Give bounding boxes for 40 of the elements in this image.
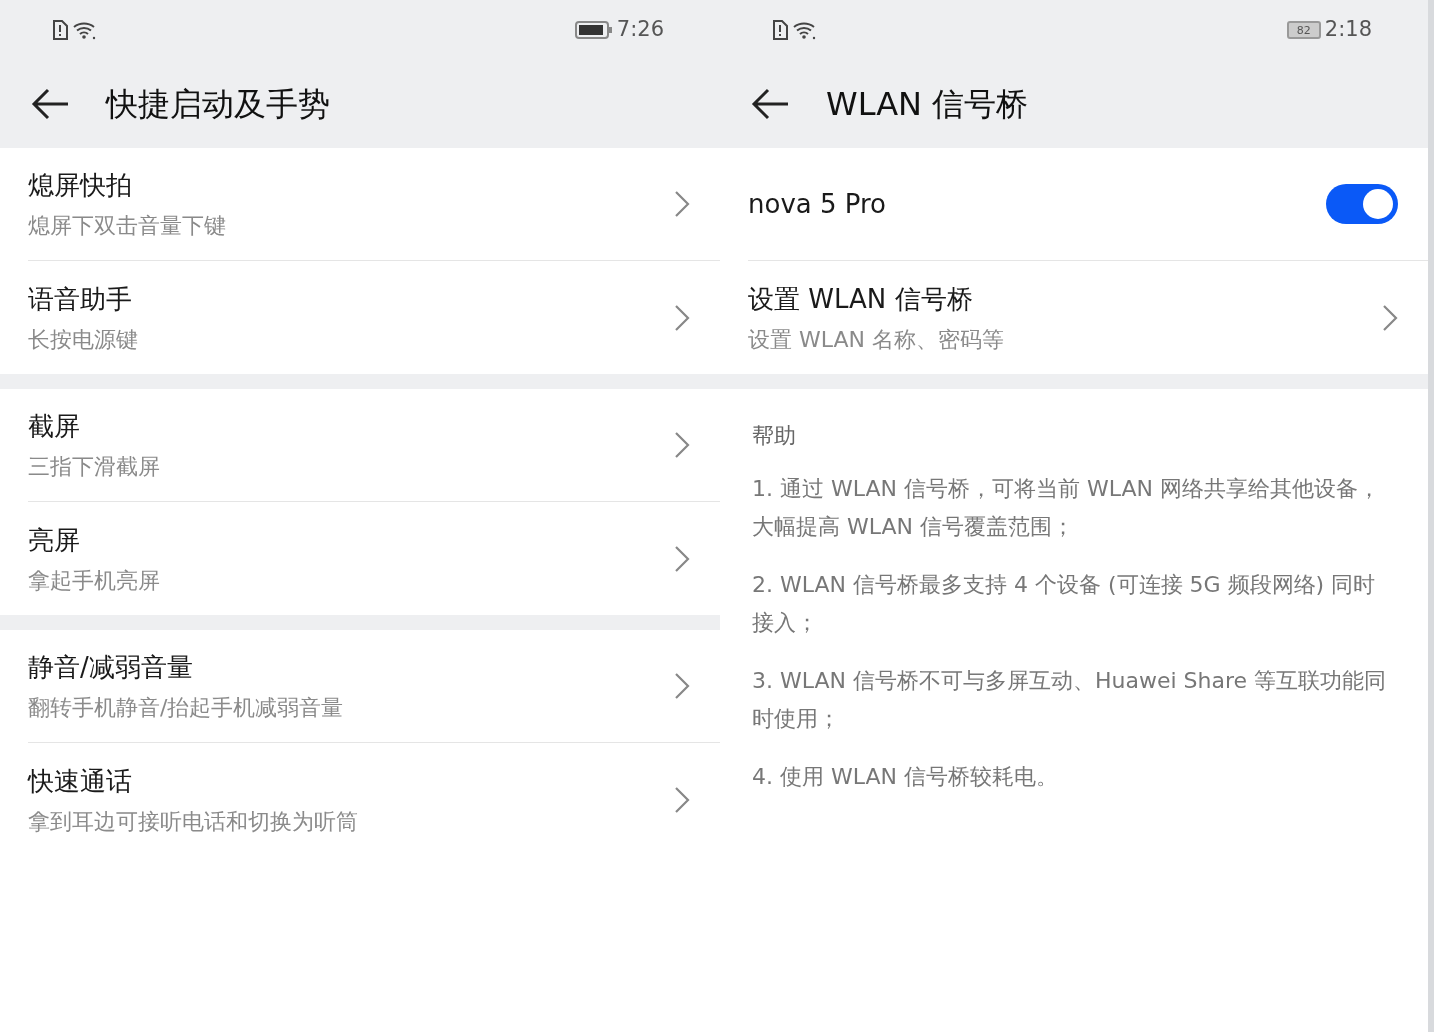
setting-subtitle: 设置 WLAN 名称、密码等 — [748, 325, 1004, 354]
page-title: WLAN 信号桥 — [826, 84, 1029, 125]
setting-title: nova 5 Pro — [748, 187, 887, 221]
chevron-icon[interactable] — [674, 672, 690, 700]
wifi-icon — [72, 20, 98, 40]
setting-subtitle: 长按电源键 — [28, 325, 138, 354]
setting-subtitle: 三指下滑截屏 — [28, 453, 160, 481]
page-title: 快捷启动及手势 — [106, 84, 330, 125]
help-heading: 帮助 — [752, 422, 797, 450]
sim-card-icon — [52, 20, 68, 40]
help-paragraph: 4. 使用 WLAN 信号桥较耗电。 — [752, 763, 1059, 791]
chevron-icon[interactable] — [674, 190, 690, 218]
chevron-icon[interactable] — [674, 303, 690, 332]
setting-title: 截屏 — [28, 410, 81, 443]
help-paragraph: 2. WLAN 信号桥最多支持 4 个设备 (可连接 5G 频段网络) 同时接入； — [752, 571, 1377, 637]
battery-icon — [574, 21, 613, 39]
toggle-switch[interactable] — [1326, 184, 1398, 224]
setting-title: 设置 WLAN 信号桥 — [748, 282, 974, 316]
setting-subtitle: 翻转手机静音/抬起手机减弱音量 — [28, 694, 344, 722]
status-time: 7:26 — [616, 16, 664, 44]
setting-title: 静音/减弱音量 — [28, 651, 194, 684]
sim-card-icon — [772, 20, 788, 40]
help-paragraph: 3. WLAN 信号桥不可与多屏互动、Huawei Share 等互联功能同时使用； — [752, 667, 1388, 733]
back-icon[interactable] — [750, 87, 790, 121]
setting-title: 亮屏 — [28, 523, 81, 557]
setting-subtitle: 熄屏下双击音量下键 — [28, 212, 226, 240]
setting-title: 语音助手 — [28, 282, 133, 316]
help-paragraph: 1. 通过 WLAN 信号桥，可将当前 WLAN 网络共享给其他设备，大幅提高 WLAN 信号覆盖范围； — [752, 475, 1381, 541]
setting-subtitle: 拿到耳边可接听电话和切换为听筒 — [28, 807, 358, 836]
setting-title: 快速通话 — [28, 764, 133, 798]
setting-subtitle: 拿起手机亮屏 — [28, 566, 160, 595]
battery-percentage: 82 — [1296, 24, 1311, 36]
status-time: 2:18 — [1324, 16, 1372, 44]
wifi-icon — [792, 20, 818, 40]
chevron-icon[interactable] — [1382, 303, 1398, 332]
chevron-icon[interactable] — [674, 785, 690, 814]
back-icon[interactable] — [30, 87, 70, 121]
chevron-icon[interactable] — [674, 544, 690, 573]
setting-title: 熄屏快拍 — [28, 169, 133, 202]
chevron-icon[interactable] — [674, 431, 690, 459]
